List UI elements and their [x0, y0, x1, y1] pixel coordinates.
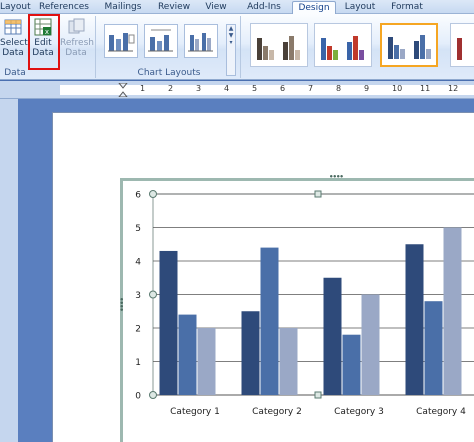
plot-resize-handle: [314, 391, 322, 399]
plot-resize-handle: [149, 290, 157, 299]
tab-page-layout[interactable]: Layout: [0, 1, 31, 14]
layout-2-icon: [148, 29, 173, 52]
chart-object[interactable]: •••• •••• 0 1 2 3 4 5 6 Category 1 Category 2 Cat…: [117, 173, 474, 442]
tab-mailings[interactable]: Mailings: [100, 1, 146, 14]
chart-layout-3[interactable]: [184, 24, 218, 58]
x-tick-label: Category 4: [416, 407, 466, 417]
x-tick-label: Category 1: [170, 407, 220, 417]
layout-1-icon: [108, 33, 135, 52]
ruler-number: 8: [336, 84, 342, 93]
bar: [178, 314, 197, 395]
bar: [424, 301, 443, 395]
layout-3-icon: [188, 33, 213, 52]
y-tick-label: 4: [135, 258, 141, 268]
ruler-number: 7: [308, 84, 314, 93]
bar: [342, 334, 361, 395]
tab-design[interactable]: Design: [292, 1, 336, 14]
edit-data-highlight-box: [28, 14, 60, 70]
vertical-ruler[interactable]: [0, 99, 18, 442]
chart-style-3-selected[interactable]: [380, 23, 438, 67]
y-tick-label: 5: [135, 224, 141, 234]
data-group-label: Data: [4, 68, 26, 78]
chart-layout-1[interactable]: [104, 24, 138, 58]
group-separator: [95, 16, 96, 78]
ruler-number: 1: [140, 84, 146, 93]
style-2-icon: [321, 36, 364, 60]
plot-resize-handle: [314, 190, 322, 198]
ruler-number: 10: [392, 84, 403, 93]
top-resize-handle[interactable]: ••••: [329, 173, 344, 181]
style-4-icon: [457, 38, 462, 60]
style-1-icon: [257, 36, 300, 60]
chart-layouts-group-label: Chart Layouts: [137, 68, 201, 78]
tab-layout[interactable]: Layout: [340, 1, 380, 14]
x-tick-label: Category 2: [252, 407, 302, 417]
ruler-number: 5: [252, 84, 258, 93]
ruler-number: 12: [448, 84, 459, 93]
tab-format[interactable]: Format: [386, 1, 428, 14]
chart-style-4[interactable]: [450, 23, 474, 67]
plot-resize-handle: [149, 190, 157, 198]
select-data-label: Select Data: [0, 38, 28, 58]
bar: [197, 328, 216, 395]
refresh-data-label: Refresh Data: [60, 38, 94, 58]
chart-style-2[interactable]: [314, 23, 372, 67]
ruler-number: 4: [224, 84, 230, 93]
tab-add-ins[interactable]: Add-Ins: [242, 1, 286, 14]
bar: [323, 277, 342, 395]
y-tick-label: 3: [135, 291, 141, 301]
bar: [159, 250, 178, 395]
tab-view[interactable]: View: [200, 1, 232, 14]
select-data-button[interactable]: Select Data: [0, 16, 28, 58]
tab-review[interactable]: Review: [154, 1, 194, 14]
bar: [260, 247, 279, 395]
refresh-table-icon: [68, 18, 85, 34]
chart-style-1[interactable]: [250, 23, 308, 67]
horizontal-ruler[interactable]: 1 2 3 4 5 6 7 8 9 10 11 12: [0, 81, 474, 99]
bar: [361, 294, 380, 395]
ribbon-tab-bar: Layout References Mailings Review View A…: [0, 0, 474, 14]
ruler-number: 9: [364, 84, 370, 93]
x-tick-label: Category 3: [334, 407, 384, 417]
tab-references[interactable]: References: [36, 1, 92, 14]
chart-plot[interactable]: 0 1 2 3 4 5 6 Category 1 Category 2 Category 3 Cat…: [123, 181, 474, 442]
ruler-number: 11: [420, 84, 431, 93]
ruler-number: 6: [280, 84, 286, 93]
refresh-data-button[interactable]: Refresh Data: [60, 16, 94, 58]
y-tick-label: 0: [135, 392, 141, 402]
bar: [279, 328, 298, 395]
plot-resize-handle: [149, 391, 157, 399]
ruler-number: 3: [196, 84, 202, 93]
y-tick-label: 6: [135, 191, 141, 201]
table-select-icon: [4, 19, 22, 35]
ruler-number: 2: [168, 84, 174, 93]
style-3-icon: [388, 35, 431, 59]
indent-marker-icon[interactable]: [118, 83, 128, 97]
bar: [443, 227, 462, 395]
bar: [405, 244, 424, 395]
chart-layout-2[interactable]: [144, 24, 178, 58]
ribbon: Select Data x Edit Data Refresh Data Dat…: [0, 14, 474, 80]
group-separator: [240, 16, 241, 78]
y-tick-label: 2: [135, 325, 141, 335]
bar: [241, 311, 260, 395]
y-tick-label: 1: [135, 358, 141, 368]
